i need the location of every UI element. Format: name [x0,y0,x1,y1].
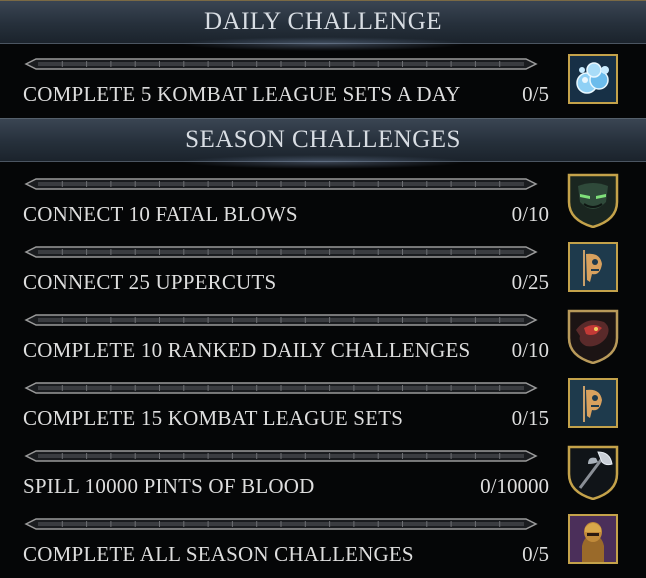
progress-bar [24,450,538,462]
skull-banner-icon[interactable] [568,242,618,292]
progress-bar [24,58,538,70]
season-challenge-row[interactable]: COMPLETE 10 RANKED DAILY CHALLENGES 0/10 [0,306,646,374]
challenge-progress: 0/15 [511,406,549,430]
axe-weapon-icon[interactable] [567,445,619,501]
challenge-progress: 0/5 [522,82,549,106]
challenge-label: COMPLETE 5 KOMBAT LEAGUE SETS A DAY [23,82,461,106]
challenge-progress: 0/25 [511,270,549,294]
challenge-label: SPILL 10000 PINTS OF BLOOD [23,474,315,498]
season-challenge-row[interactable]: COMPLETE ALL SEASON CHALLENGES 0/5 [0,510,646,578]
challenge-progress: 0/10000 [480,474,549,498]
dragon-emblem-icon[interactable] [567,309,619,365]
challenge-label: COMPLETE 15 KOMBAT LEAGUE SETS [23,406,404,430]
daily-challenge-header: DAILY CHALLENGE [0,0,646,51]
season-challenge-row[interactable]: SPILL 10000 PINTS OF BLOOD 0/10000 [0,442,646,510]
progress-bar [24,246,538,258]
season-challenge-row[interactable]: CONNECT 10 FATAL BLOWS 0/10 [0,170,646,238]
warrior-portrait-icon[interactable] [568,514,618,564]
progress-bar [24,518,538,530]
challenge-label: CONNECT 10 FATAL BLOWS [23,202,298,226]
progress-bar [24,382,538,394]
challenge-label: COMPLETE 10 RANKED DAILY CHALLENGES [23,338,471,362]
season-challenge-row[interactable]: COMPLETE 15 KOMBAT LEAGUE SETS 0/15 [0,374,646,442]
challenge-progress: 0/10 [511,338,549,362]
progress-bar [24,178,538,190]
soul-orbs-icon[interactable] [568,54,618,104]
challenge-label: CONNECT 25 UPPERCUTS [23,270,277,294]
progress-bar [24,314,538,326]
challenge-label: COMPLETE ALL SEASON CHALLENGES [23,542,414,566]
season-challenge-row[interactable]: CONNECT 25 UPPERCUTS 0/25 [0,238,646,306]
daily-challenge-row[interactable]: COMPLETE 5 KOMBAT LEAGUE SETS A DAY 0/5 [0,50,646,118]
season-challenges-header: SEASON CHALLENGES [0,118,646,169]
challenge-progress: 0/5 [522,542,549,566]
challenge-progress: 0/10 [511,202,549,226]
skull-banner-icon[interactable] [568,378,618,428]
mask-icon[interactable] [567,173,619,229]
